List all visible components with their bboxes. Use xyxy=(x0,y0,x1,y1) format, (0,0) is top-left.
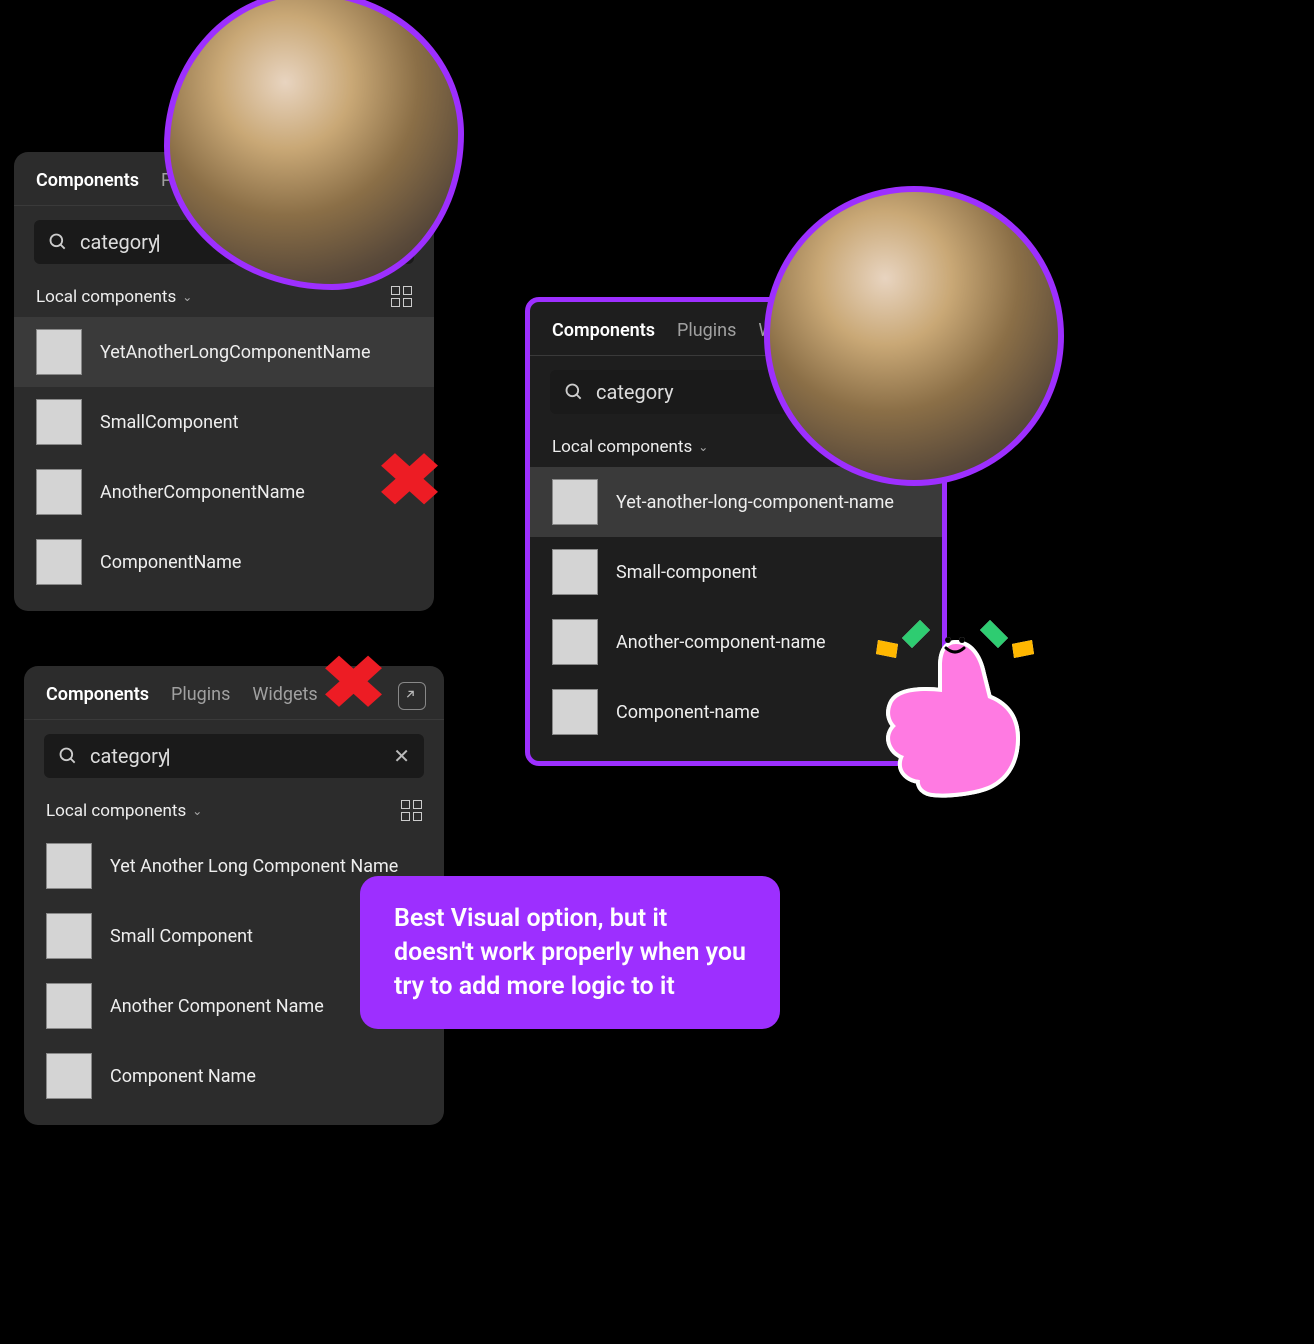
tab-plugins[interactable]: Plugins xyxy=(677,320,736,341)
component-thumb xyxy=(552,479,598,525)
meme-image-rock-on xyxy=(764,186,1064,486)
chevron-down-icon: ⌄ xyxy=(192,804,202,818)
search-value: category xyxy=(90,744,381,768)
component-thumb xyxy=(552,549,598,595)
search-input[interactable]: category ✕ xyxy=(44,734,424,778)
section-local-components[interactable]: Local components ⌄ xyxy=(552,437,708,457)
list-item[interactable]: AnotherComponentName xyxy=(14,457,434,527)
component-thumb xyxy=(36,539,82,585)
component-thumb xyxy=(46,913,92,959)
tab-widgets[interactable]: Widgets xyxy=(252,684,317,705)
thumbs-up-sticker xyxy=(866,600,1046,800)
clear-icon[interactable]: ✕ xyxy=(393,744,410,768)
section-local-components[interactable]: Local components ⌄ xyxy=(46,801,202,821)
component-thumb xyxy=(46,843,92,889)
list-item[interactable]: Small-component xyxy=(530,537,942,607)
list-item[interactable]: YetAnotherLongComponentName xyxy=(14,317,434,387)
component-thumb xyxy=(36,329,82,375)
tab-plugins[interactable]: Plugins xyxy=(171,684,230,705)
grid-view-icon[interactable] xyxy=(401,800,422,821)
search-icon xyxy=(48,232,68,252)
component-list: YetAnotherLongComponentName SmallCompone… xyxy=(14,317,434,611)
reject-x-icon: ✖ xyxy=(376,439,443,523)
tab-components[interactable]: Components xyxy=(36,170,139,191)
callout-note: Best Visual option, but it doesn't work … xyxy=(360,876,780,1029)
component-thumb xyxy=(46,1053,92,1099)
tab-components[interactable]: Components xyxy=(46,684,149,705)
chevron-down-icon: ⌄ xyxy=(698,440,708,454)
list-item[interactable]: ComponentName xyxy=(14,527,434,597)
grid-view-icon[interactable] xyxy=(391,286,412,307)
popout-icon[interactable] xyxy=(398,682,426,710)
reject-x-icon: ✖ xyxy=(320,641,387,725)
component-thumb xyxy=(552,619,598,665)
list-item[interactable]: Component Name xyxy=(24,1041,444,1111)
component-thumb xyxy=(46,983,92,1029)
list-item[interactable]: SmallComponent xyxy=(14,387,434,457)
component-thumb xyxy=(552,689,598,735)
search-icon xyxy=(564,382,584,402)
component-thumb xyxy=(36,469,82,515)
component-thumb xyxy=(36,399,82,445)
search-icon xyxy=(58,746,78,766)
tab-components[interactable]: Components xyxy=(552,320,655,341)
section-local-components[interactable]: Local components ⌄ xyxy=(36,287,192,307)
chevron-down-icon: ⌄ xyxy=(182,290,192,304)
